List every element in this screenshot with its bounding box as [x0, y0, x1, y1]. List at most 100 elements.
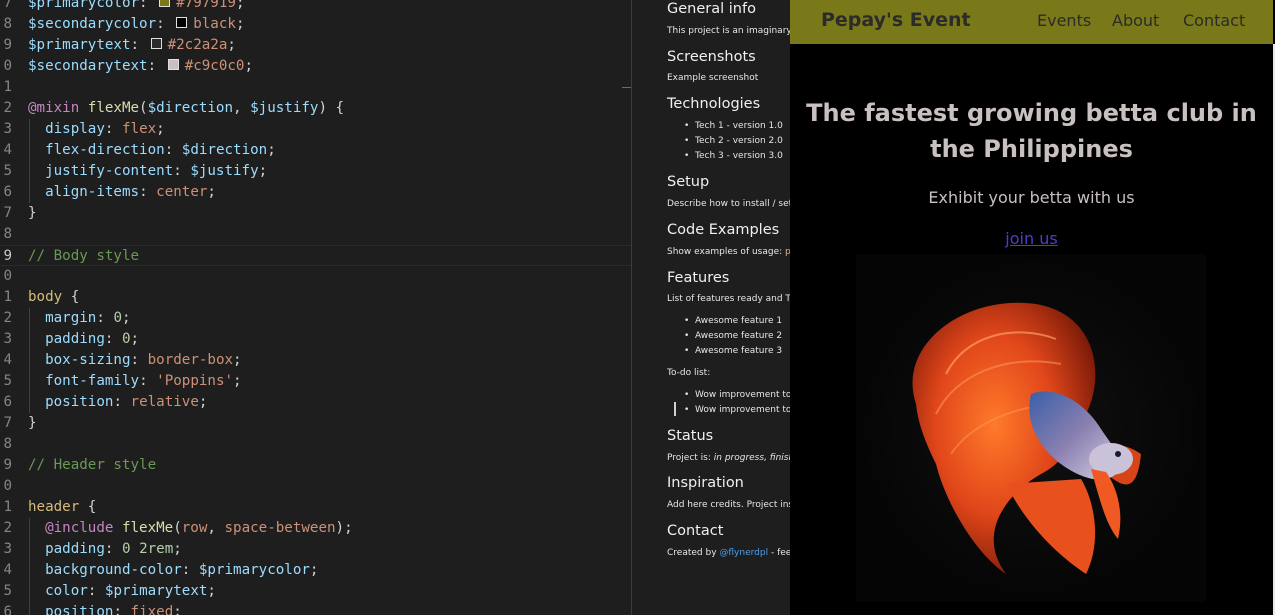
status-prefix: Project is:: [667, 453, 714, 463]
nav-events[interactable]: Events: [1037, 11, 1091, 30]
betta-fish-icon: [912, 302, 1141, 574]
contact-suffix: - feel: [770, 548, 790, 558]
code-text: justify-content: $justify;: [45, 163, 268, 179]
line-number: 4: [3, 562, 12, 578]
list-item: Wow improvement to: [684, 390, 790, 400]
readme-preview[interactable]: General info This project is an imaginar…: [632, 0, 790, 615]
code-line[interactable]: 3 padding: 0 2rem;: [0, 539, 632, 560]
line-number: 3: [3, 331, 12, 347]
code-line[interactable]: 4 box-sizing: border-box;: [0, 350, 632, 371]
code-line[interactable]: 6 align-items: center;: [0, 182, 632, 203]
code-line[interactable]: 7}: [0, 203, 632, 224]
line-number: 3: [3, 541, 12, 557]
line-number: 4: [3, 142, 12, 158]
color-swatch-icon[interactable]: [150, 38, 162, 49]
heading-features: Features: [667, 270, 730, 286]
list-item: Wow improvement to: [684, 405, 790, 415]
screenshot-alt-text: Example screenshot: [667, 73, 759, 83]
heading-status: Status: [667, 428, 714, 444]
code-text: }: [28, 205, 37, 221]
list-item: Tech 3 - version 3.0: [684, 151, 783, 161]
nav-about[interactable]: About: [1112, 11, 1159, 30]
code-line[interactable]: 3 padding: 0;: [0, 329, 632, 350]
code-line[interactable]: 7}: [0, 413, 632, 434]
indent-guide: [29, 119, 30, 203]
nav-contact[interactable]: Contact: [1183, 11, 1245, 30]
code-text: @mixin flexMe($direction, $justify) {: [28, 100, 345, 116]
heading-general-info: General info: [667, 1, 756, 17]
code-line[interactable]: 3 display: flex;: [0, 119, 632, 140]
code-line[interactable]: 7 $primarycolor: #797919;: [0, 0, 632, 14]
code-line[interactable]: 1 header {: [0, 497, 632, 518]
code-line[interactable]: 9 // Header style: [0, 455, 632, 476]
list-item: Tech 1 - version 1.0: [684, 121, 783, 131]
line-number: 3: [3, 121, 12, 137]
code-line[interactable]: 6 position: fixed;: [0, 602, 632, 615]
code-examples-text: Show examples of usage: pu: [667, 247, 790, 257]
code-line[interactable]: 2 @mixin flexMe($direction, $justify) {: [0, 98, 632, 119]
code-text: header {: [28, 499, 97, 515]
line-number: 0: [3, 58, 12, 74]
status-value: in progress, finishe: [713, 453, 790, 463]
code-text: $secondarytext: #c9c0c0;: [28, 58, 254, 74]
line-number: 6: [3, 184, 12, 200]
code-line[interactable]: 4 flex-direction: $direction;: [0, 140, 632, 161]
color-swatch-icon[interactable]: [176, 17, 188, 28]
color-swatch-icon[interactable]: [159, 0, 171, 7]
code-line[interactable]: 2 @include flexMe(row, space-between);: [0, 518, 632, 539]
code-text: margin: 0;: [45, 310, 131, 326]
code-line[interactable]: 8: [0, 224, 632, 245]
code-text: flex-direction: $direction;: [45, 142, 276, 158]
code-line[interactable]: 5 font-family: 'Poppins';: [0, 371, 632, 392]
line-number: 9: [3, 457, 12, 473]
code-text: padding: 0 2rem;: [45, 541, 182, 557]
code-text: body {: [28, 289, 80, 305]
site-logo[interactable]: Pepay's Event: [821, 9, 971, 31]
code-line[interactable]: 6 position: relative;: [0, 392, 632, 413]
code-editor[interactable]: 7 $primarycolor: #797919; 8 $secondarycolor…: [0, 0, 632, 615]
code-line[interactable]: 4 background-color: $primarycolor;: [0, 560, 632, 581]
line-number: 1: [3, 289, 12, 305]
heading-technologies: Technologies: [667, 96, 761, 112]
hero-title: The fastest growing betta club in the Ph…: [806, 99, 1257, 163]
setup-text: Describe how to install / setu: [667, 199, 790, 209]
code-line[interactable]: 1: [0, 77, 632, 98]
code-line[interactable]: 9 $primarytext: #2c2a2a;: [0, 35, 632, 56]
code-line[interactable]: 5 justify-content: $justify;: [0, 161, 632, 182]
contact-prefix: Created by: [667, 548, 720, 558]
code-line[interactable]: 5 color: $primarytext;: [0, 581, 632, 602]
website-preview[interactable]: Pepay's Event Events About Contact The f…: [790, 0, 1275, 615]
code-line[interactable]: 8 $secondarycolor: black;: [0, 14, 632, 35]
indent-guide: [29, 308, 30, 413]
code-text: padding: 0;: [45, 331, 140, 347]
code-text: position: fixed;: [45, 604, 182, 615]
line-number: 0: [3, 268, 12, 284]
code-text: position: relative;: [45, 394, 208, 410]
line-number: 1: [3, 79, 12, 95]
line-number: 2: [3, 520, 12, 536]
code-line[interactable]: 0: [0, 476, 632, 497]
text-cursor: [674, 402, 676, 416]
color-swatch-icon[interactable]: [167, 59, 179, 70]
code-line[interactable]: 8: [0, 434, 632, 455]
line-number: 4: [3, 352, 12, 368]
line-number: 6: [3, 394, 12, 410]
status-text: Project is: in progress, finishe: [667, 453, 790, 463]
code-line[interactable]: 9 // Body style: [0, 245, 632, 266]
code-line[interactable]: 0 $secondarytext: #c9c0c0;: [0, 56, 632, 77]
code-text: display: flex;: [45, 121, 165, 137]
code-text: color: $primarytext;: [45, 583, 216, 599]
heading-contact: Contact: [667, 523, 724, 539]
line-number: 5: [3, 163, 12, 179]
code-line[interactable]: 1 body {: [0, 287, 632, 308]
contact-link[interactable]: @flynerdpl: [719, 548, 768, 558]
line-number: 9: [3, 248, 12, 264]
list-item: Awesome feature 3: [684, 346, 782, 356]
code-line[interactable]: 0: [0, 266, 632, 287]
line-number: 1: [3, 499, 12, 515]
code-line[interactable]: 2 margin: 0;: [0, 308, 632, 329]
code-text: // Body style: [28, 248, 140, 264]
general-info-text: This project is an imaginary l: [667, 26, 790, 36]
join-us-link[interactable]: join us: [790, 229, 1273, 248]
line-number: 7: [3, 415, 12, 431]
